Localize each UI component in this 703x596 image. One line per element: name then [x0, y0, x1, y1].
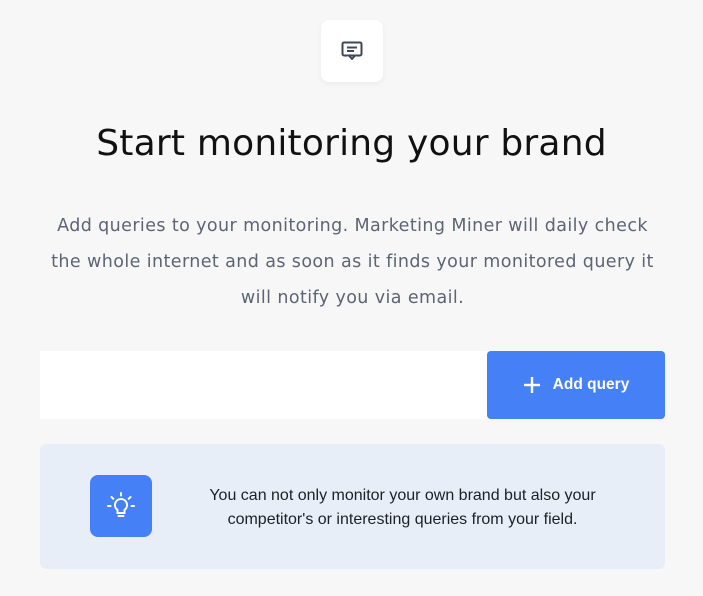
query-input[interactable] [40, 351, 487, 419]
add-query-button[interactable]: Add query [487, 351, 665, 419]
header-icon-card [321, 20, 383, 82]
tip-panel: You can not only monitor your own brand … [40, 444, 665, 569]
lightbulb-icon [107, 492, 135, 517]
page-description: Add queries to your monitoring. Marketin… [51, 216, 654, 308]
tip-text: You can not only monitor your own brand … [209, 487, 596, 528]
plus-icon [523, 376, 541, 394]
page-title: Start monitoring your brand [96, 123, 607, 164]
add-query-label: Add query [552, 376, 630, 393]
message-square-icon [341, 41, 363, 60]
lightbulb-icon-card [90, 475, 152, 537]
